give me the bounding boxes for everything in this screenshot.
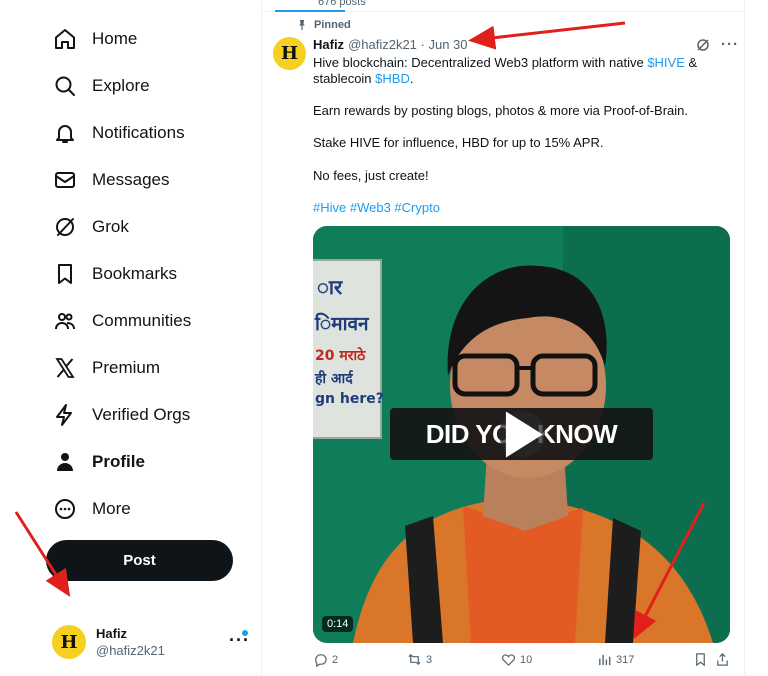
pin-icon [299, 20, 305, 30]
account-switcher[interactable]: H Hafiz @hafiz2k21 ··· [52, 620, 252, 664]
bookmark-icon [696, 653, 705, 667]
sidebar-item-label: Messages [92, 170, 170, 189]
views-button[interactable]: 317 [597, 652, 634, 667]
tweet-text: stablecoin [313, 71, 376, 86]
tweet-text-para2: Earn rewards by posting blogs, photos & … [313, 103, 689, 118]
tweet-author-name[interactable]: Hafiz [313, 37, 344, 52]
sidebar-item-label: Notifications [92, 123, 185, 142]
sidebar-item-home[interactable]: Home [52, 19, 137, 59]
tweet-header: Hafiz @hafiz2k21 · Jun 30 [313, 37, 468, 52]
avatar: H [52, 625, 86, 659]
sidebar-item-profile[interactable]: Profile [52, 442, 145, 482]
sign-line: ही आर्द [314, 370, 354, 387]
sidebar-item-label: Bookmarks [92, 264, 178, 283]
envelope-icon [52, 167, 78, 193]
x-logo-icon [52, 355, 78, 381]
repost-icon [408, 653, 421, 666]
column-divider-right [744, 0, 745, 676]
reply-icon [315, 654, 327, 667]
analytics-icon [599, 654, 611, 666]
sidebar-item-grok[interactable]: Grok [52, 207, 129, 247]
sidebar-item-label: Explore [92, 76, 150, 95]
column-divider-left [261, 0, 262, 676]
like-button[interactable]: 10 [501, 652, 532, 667]
repost-button[interactable]: 3 [407, 652, 432, 667]
lightning-icon [52, 402, 78, 428]
post-button[interactable]: Post [46, 540, 233, 581]
posts-count: 676 posts [318, 0, 366, 8]
cashtag-link[interactable]: $HBD [375, 71, 410, 86]
active-tab-indicator [275, 10, 345, 12]
play-icon [505, 411, 543, 457]
cashtag-link[interactable]: $HIVE [647, 55, 685, 70]
tweet-text-para1: Hive blockchain: Decentralized Web3 plat… [313, 55, 733, 87]
tweet-actions: 2 3 10 317 [313, 652, 733, 672]
view-count: 317 [616, 653, 635, 666]
sign-line: gn here? [315, 391, 384, 407]
video-player[interactable]: ार िमावन 20 मराठे ही आर्द gn here? DID Y… [313, 226, 730, 643]
sidebar-item-notifications[interactable]: Notifications [52, 113, 185, 153]
sidebar-item-communities[interactable]: Communities [52, 301, 191, 341]
tweet-text: & [684, 55, 698, 70]
more-circle-icon [52, 496, 78, 522]
sidebar-item-verified-orgs[interactable]: Verified Orgs [52, 395, 190, 435]
sidebar: Home Explore Notifications Messages Grok… [0, 0, 262, 676]
sign-line: ार [317, 275, 343, 299]
pinned-label: Pinned [296, 19, 351, 31]
hashtags[interactable]: #Hive #Web3 #Crypto [313, 200, 733, 216]
sidebar-item-label: Verified Orgs [92, 405, 191, 424]
person-icon [52, 449, 78, 475]
bookmark-icon [52, 261, 78, 287]
sidebar-item-label: Grok [92, 217, 129, 236]
bell-icon [52, 120, 78, 146]
share-icon [717, 653, 728, 666]
heart-icon [502, 654, 515, 666]
home-icon [52, 26, 78, 52]
tweet-tools: ··· [695, 36, 739, 53]
sign-line: िमावन [314, 312, 370, 335]
tweet-author-handle[interactable]: @hafiz2k21 · Jun 30 [348, 37, 467, 52]
tweet-text-para3: Stake HIVE for influence, HBD for up to … [313, 135, 604, 150]
video-duration: 0:14 [322, 616, 354, 632]
pinned-text: Pinned [314, 19, 351, 31]
tweet-text: Hive blockchain: Decentralized Web3 plat… [313, 55, 648, 70]
annotation-arrow-date [468, 21, 626, 50]
sidebar-item-explore[interactable]: Explore [52, 66, 150, 106]
search-icon [52, 73, 78, 99]
sidebar-item-label: Communities [92, 311, 192, 330]
sidebar-item-label: Home [92, 29, 138, 48]
account-name: Hafiz [96, 626, 128, 641]
sidebar-item-label: Premium [92, 358, 161, 377]
tweet-text: . [409, 71, 414, 86]
reply-count: 2 [332, 653, 339, 666]
repost-count: 3 [426, 653, 433, 666]
sidebar-item-messages[interactable]: Messages [52, 160, 169, 200]
sidebar-item-bookmarks[interactable]: Bookmarks [52, 254, 177, 294]
sidebar-item-label: Profile [92, 452, 145, 471]
sidebar-item-more[interactable]: More [52, 489, 131, 529]
tweet-text-para4: No fees, just create! [313, 168, 429, 183]
reply-button[interactable]: 2 [313, 652, 338, 667]
bookmark-button[interactable] [693, 652, 712, 667]
like-count: 10 [520, 653, 533, 666]
sign-line: 20 मराठे [315, 347, 366, 364]
sidebar-item-premium[interactable]: Premium [52, 348, 160, 388]
more-options-icon[interactable]: ··· [721, 36, 739, 53]
grok-icon [52, 214, 78, 240]
tweet-avatar[interactable]: H [273, 37, 306, 70]
account-handle: @hafiz2k21 [96, 643, 165, 658]
communities-icon [52, 308, 78, 334]
share-button[interactable] [715, 652, 734, 667]
notification-dot [242, 630, 248, 636]
sidebar-item-label: More [92, 499, 131, 518]
play-button[interactable] [499, 411, 545, 457]
grok-icon[interactable] [695, 37, 711, 53]
